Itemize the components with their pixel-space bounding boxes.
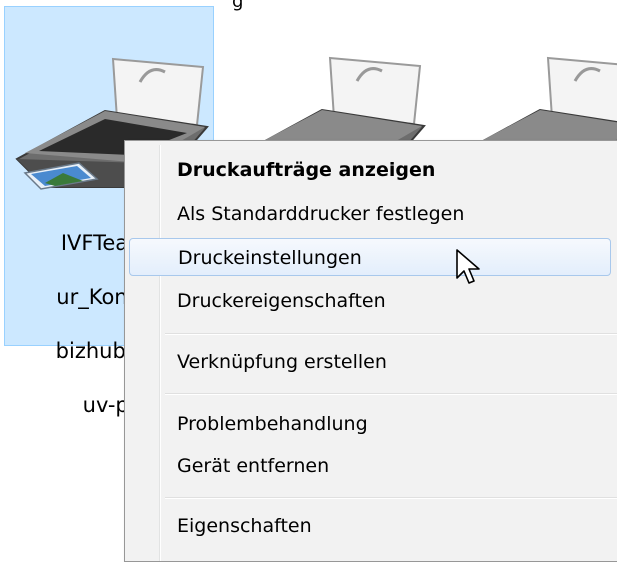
menu-item-remove-device[interactable]: Gerät entfernen: [129, 447, 611, 485]
menu-item-properties[interactable]: Eigenschaften: [129, 507, 611, 545]
context-menu: Druckaufträge anzeigen Als Standarddruck…: [124, 140, 617, 562]
menu-item-show-print-jobs[interactable]: Druckaufträge anzeigen: [129, 151, 611, 189]
menu-item-printing-preferences[interactable]: Druckeinstellungen: [129, 238, 611, 276]
menu-item-troubleshoot[interactable]: Problembehandlung: [129, 405, 611, 443]
menu-separator: [165, 333, 617, 335]
menu-item-set-default-printer[interactable]: Als Standarddrucker festlegen: [129, 195, 611, 233]
menu-item-printer-properties[interactable]: Druckereigenschaften: [129, 282, 611, 320]
menu-separator: [165, 393, 617, 395]
menu-item-create-shortcut[interactable]: Verknüpfung erstellen: [129, 343, 611, 381]
mouse-cursor-icon: [456, 249, 480, 284]
menu-separator: [165, 497, 617, 499]
